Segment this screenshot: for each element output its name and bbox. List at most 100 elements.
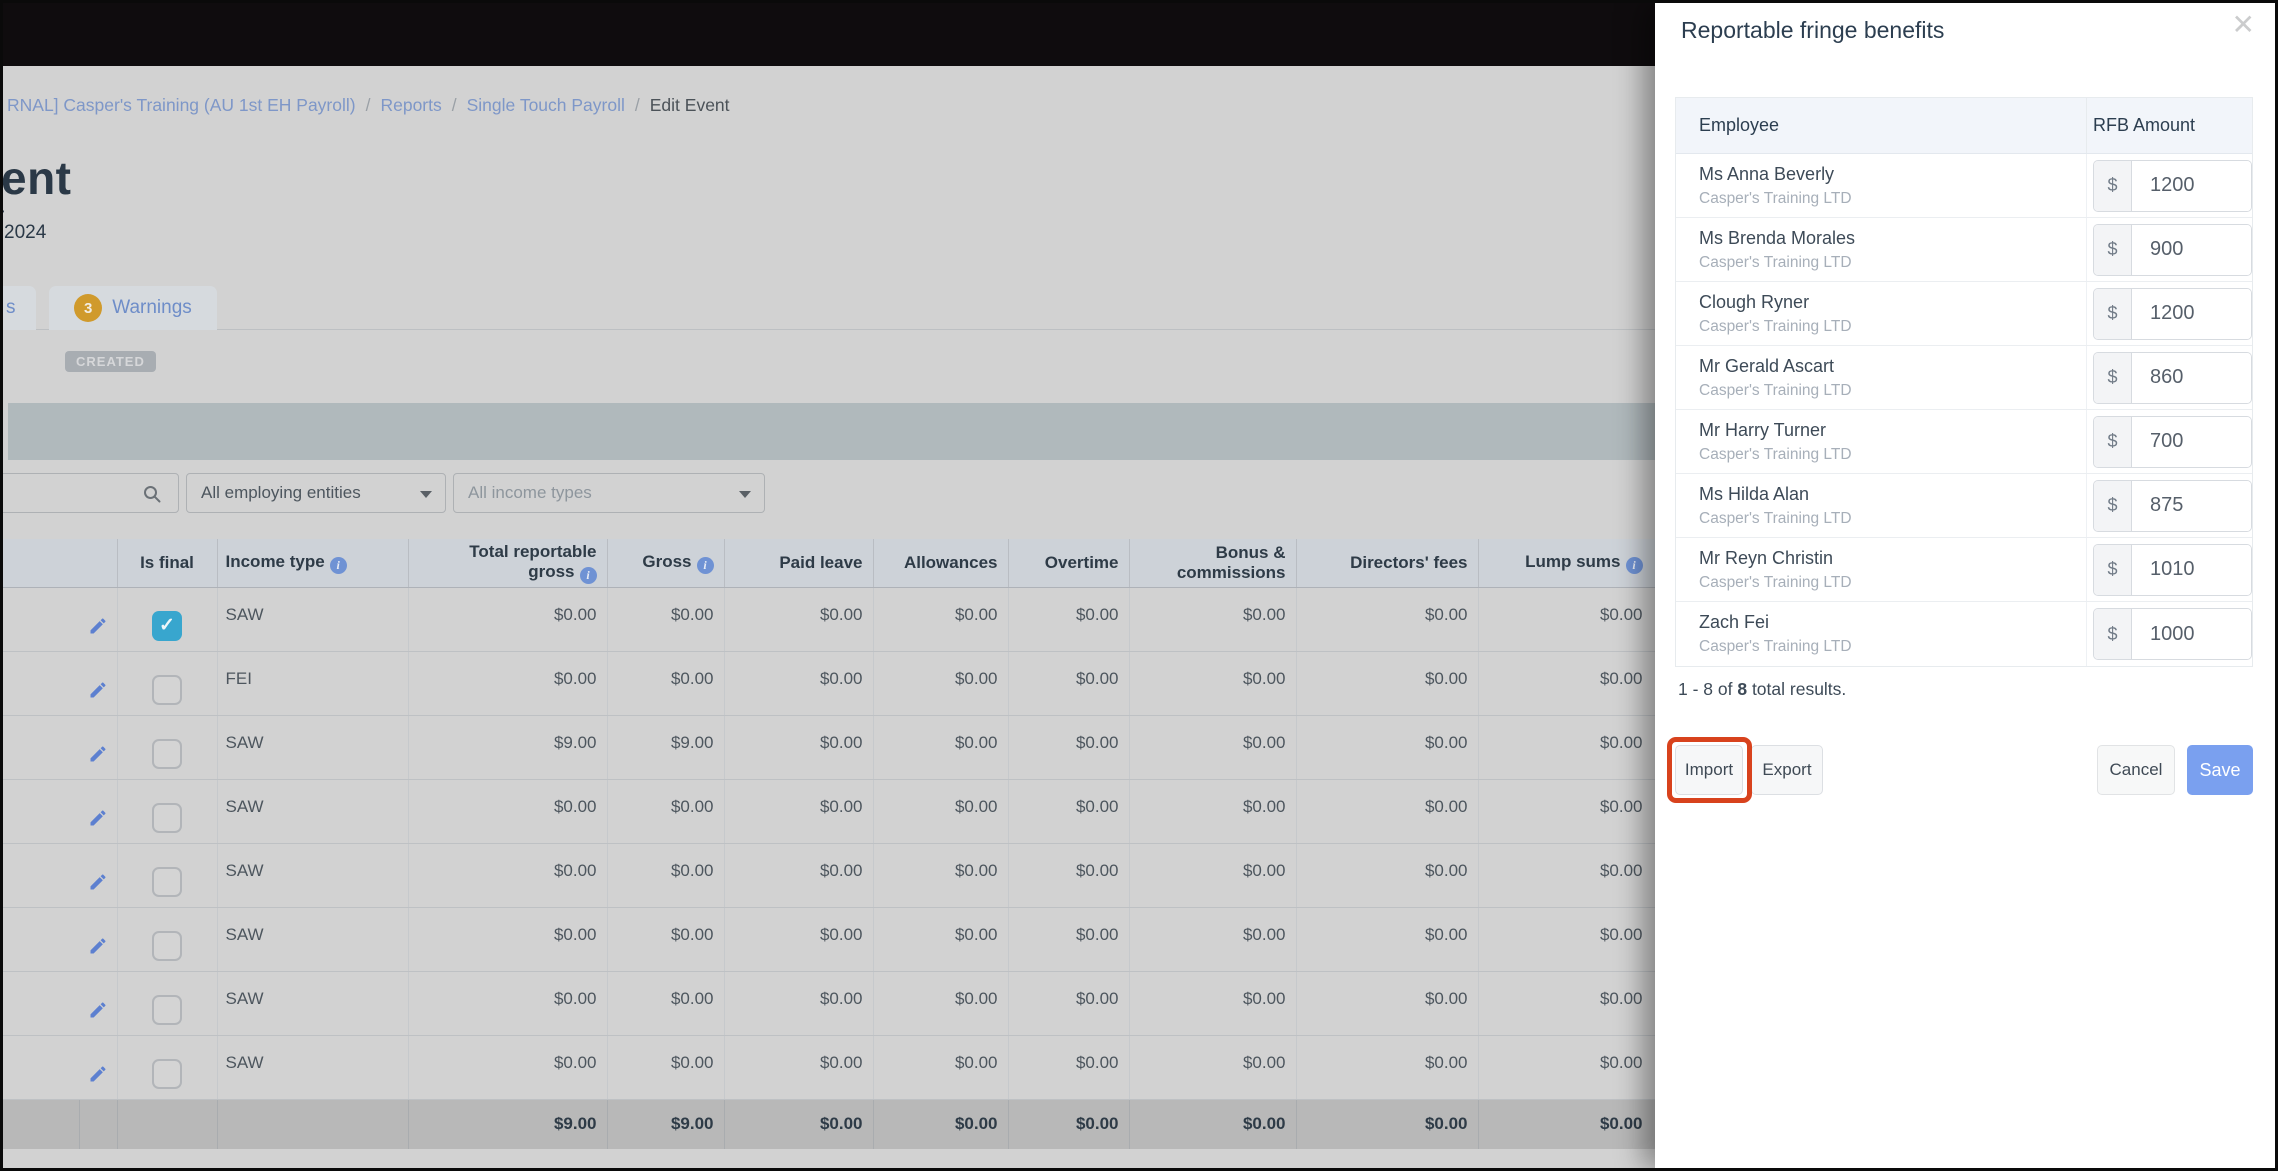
is-final-cell xyxy=(117,843,218,908)
employee-name: Mr Harry Turner xyxy=(1699,420,1827,440)
edit-row-button[interactable] xyxy=(87,808,109,830)
amount-cell-overtime: $0.00 xyxy=(1008,651,1130,716)
rfb-row: Ms Hilda Alan Casper's Training LTD $ xyxy=(1676,474,2252,538)
rfb-amount-input[interactable] xyxy=(2132,480,2251,531)
is-final-checkbox[interactable] xyxy=(152,1059,182,1089)
blank-cell xyxy=(3,971,79,1036)
breadcrumb-stp-link[interactable]: Single Touch Payroll xyxy=(467,95,625,115)
edit-row-button[interactable] xyxy=(87,872,109,894)
info-icon[interactable]: i xyxy=(329,556,347,574)
rfb-amount-cell: $ xyxy=(2087,282,2252,345)
column-header-bonus_commissions: Bonus & commissions xyxy=(1129,539,1297,588)
search-input[interactable] xyxy=(3,473,179,513)
info-icon[interactable]: i xyxy=(579,566,597,584)
rfb-amount-input[interactable] xyxy=(2132,416,2251,467)
edit-cell xyxy=(79,651,118,716)
amount-cell-paid_leave: $0.00 xyxy=(724,651,874,716)
income-type-cell: SAW xyxy=(217,587,409,652)
is-final-cell xyxy=(117,971,218,1036)
rfb-amount-input[interactable] xyxy=(2132,352,2251,403)
pagination-total: 8 xyxy=(1737,679,1748,699)
app-navbar-dimmed xyxy=(3,3,1658,66)
amount-cell-allowances: $0.00 xyxy=(873,651,1009,716)
close-icon[interactable]: ✕ xyxy=(2232,11,2255,39)
info-icon[interactable]: i xyxy=(696,556,714,574)
search-icon xyxy=(144,486,161,503)
totals-blank-cell xyxy=(217,1098,409,1149)
edit-row-button[interactable] xyxy=(87,680,109,702)
income-types-value: All income types xyxy=(468,483,592,502)
amount-cell-directors_fees: $0.00 xyxy=(1296,843,1479,908)
amount-cell-lump_sums: $0.00 xyxy=(1478,715,1658,780)
edit-pencil-icon xyxy=(90,938,106,954)
column-header-directors_fees: Directors' fees xyxy=(1296,539,1479,588)
is-final-checkbox[interactable]: ✓ xyxy=(152,611,182,641)
rfb-amount-input[interactable] xyxy=(2132,224,2251,275)
is-final-checkbox[interactable] xyxy=(152,675,182,705)
edit-row-button[interactable] xyxy=(87,744,109,766)
rfb-amount-input-group: $ xyxy=(2093,543,2252,596)
rfb-amount-input[interactable] xyxy=(2132,544,2251,595)
pagination-prefix: 1 - 8 of xyxy=(1678,679,1738,699)
edit-cell xyxy=(79,1035,118,1100)
rfb-amount-input[interactable] xyxy=(2132,160,2251,211)
edit-pencil-icon xyxy=(90,618,106,634)
breadcrumb-business-link[interactable]: RNAL] Casper's Training (AU 1st EH Payro… xyxy=(7,95,356,115)
blank-cell xyxy=(3,779,79,844)
is-final-checkbox[interactable] xyxy=(152,867,182,897)
blank-cell xyxy=(3,907,79,972)
rfb-amount-input[interactable] xyxy=(2132,609,2251,659)
income-types-dropdown[interactable]: All income types xyxy=(453,473,765,513)
rfb-amount-cell: $ xyxy=(2087,346,2252,409)
column-header-is_final: Is final xyxy=(117,539,218,588)
amount-cell-lump_sums: $0.00 xyxy=(1478,971,1658,1036)
rfb-amount-input-group: $ xyxy=(2093,479,2252,532)
is-final-checkbox[interactable] xyxy=(152,739,182,769)
cancel-button[interactable]: Cancel xyxy=(2097,745,2175,795)
info-icon[interactable]: i xyxy=(1625,556,1643,574)
tab-warnings[interactable]: 3 Warnings xyxy=(49,286,217,330)
edit-pencil-icon xyxy=(90,874,106,890)
warnings-count-badge: 3 xyxy=(74,294,103,322)
income-type-cell: SAW xyxy=(217,1035,409,1100)
employing-entities-dropdown[interactable]: All employing entities xyxy=(186,473,446,513)
employee-cell: Ms Brenda Morales Casper's Training LTD xyxy=(1676,218,2087,281)
amount-cell-gross: $9.00 xyxy=(607,715,725,780)
employee-name: Zach Fei xyxy=(1699,612,1770,632)
is-final-checkbox[interactable] xyxy=(152,995,182,1025)
income-type-cell: SAW xyxy=(217,907,409,972)
employee-cell: Mr Reyn Christin Casper's Training LTD xyxy=(1676,538,2087,601)
amount-cell-directors_fees: $0.00 xyxy=(1296,651,1479,716)
edit-row-button[interactable] xyxy=(87,1000,109,1022)
tab-partial-left[interactable]: s xyxy=(3,286,36,330)
column-header-gross: Gross i xyxy=(607,539,725,588)
amount-cell-overtime: $0.00 xyxy=(1008,907,1130,972)
app-screen: RNAL] Casper's Training (AU 1st EH Payro… xyxy=(0,0,2278,1171)
export-button[interactable]: Export xyxy=(1751,745,1823,795)
currency-addon: $ xyxy=(2094,160,2132,211)
amount-cell-overtime: $0.00 xyxy=(1008,1035,1130,1100)
employee-name: Ms Brenda Morales xyxy=(1699,228,1856,248)
currency-addon: $ xyxy=(2094,480,2132,531)
save-button[interactable]: Save xyxy=(2187,745,2253,795)
breadcrumb-reports-link[interactable]: Reports xyxy=(380,95,441,115)
amount-cell-overtime: $0.00 xyxy=(1008,715,1130,780)
amount-cell-paid_leave: $0.00 xyxy=(724,843,874,908)
edit-row-button[interactable] xyxy=(87,936,109,958)
is-final-checkbox[interactable] xyxy=(152,803,182,833)
rfb-table: Employee RFB Amount Ms Anna Beverly Caspe… xyxy=(1675,97,2253,667)
rfb-row: Mr Gerald Ascart Casper's Training LTD $ xyxy=(1676,346,2252,410)
totals-blank-cell xyxy=(117,1098,218,1149)
amount-cell-gross: $0.00 xyxy=(607,587,725,652)
edit-row-button[interactable] xyxy=(87,1064,109,1086)
edit-row-button[interactable] xyxy=(87,616,109,638)
table-row: SAW $9.00 $9.00 $0.00 $0.00 $0.00 $0.00 $0.00 $0… xyxy=(3,715,1658,780)
employee-cell: Zach Fei Casper's Training LTD xyxy=(1676,602,2087,666)
import-button[interactable]: Import xyxy=(1675,745,1743,795)
blank-cell xyxy=(3,587,79,652)
currency-addon: $ xyxy=(2094,609,2132,659)
table-totals-row: $9.00 $9.00 $0.00 $0.00 $0.00 $0.00 $0.00 $0.00 xyxy=(3,1098,1658,1149)
breadcrumb-separator: / xyxy=(451,95,457,115)
is-final-checkbox[interactable] xyxy=(152,931,182,961)
rfb-amount-input[interactable] xyxy=(2132,288,2251,339)
